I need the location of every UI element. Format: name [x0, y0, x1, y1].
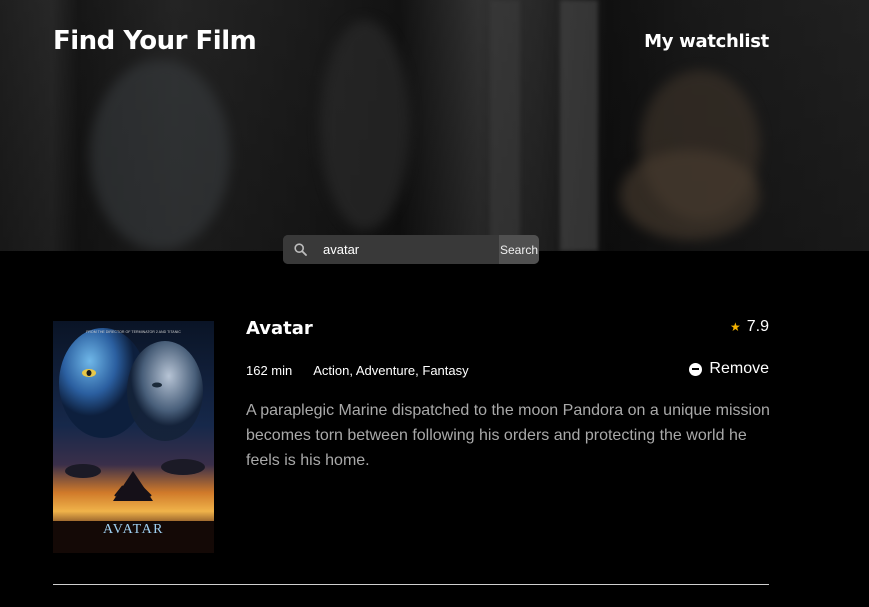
movie-title: Avatar [246, 318, 313, 339]
hero-backdrop-shape [490, 0, 520, 251]
remove-from-watchlist-button[interactable]: Remove [689, 360, 769, 378]
search-input[interactable] [317, 235, 499, 264]
hero-backdrop-shape [320, 20, 410, 230]
site-title: Find Your Film [53, 26, 257, 56]
my-watchlist-link[interactable]: My watchlist [644, 31, 769, 52]
search-icon [283, 243, 317, 256]
movie-plot: A paraplegic Marine dispatched to the mo… [246, 402, 770, 469]
movie-meta: 162 min Action, Adventure, Fantasy [246, 363, 469, 378]
remove-label: Remove [709, 360, 769, 377]
movie-rating: ★ 7.9 [730, 318, 769, 336]
movie-result: FROM THE DIRECTOR OF TERMINATOR 2 AND TI… [53, 313, 770, 553]
poster-tagline: FROM THE DIRECTOR OF TERMINATOR 2 AND TI… [86, 330, 181, 334]
hero-backdrop-shape [90, 60, 230, 250]
hero-backdrop-shape [560, 0, 598, 251]
result-divider [53, 584, 769, 585]
movie-runtime: 162 min [246, 363, 293, 378]
search-field[interactable] [283, 235, 499, 264]
movie-poster[interactable]: FROM THE DIRECTOR OF TERMINATOR 2 AND TI… [53, 321, 214, 553]
movie-genres: Action, Adventure, Fantasy [313, 363, 469, 378]
search-button[interactable]: Search [499, 235, 539, 264]
search-bar: Search [283, 235, 539, 264]
star-icon: ★ [729, 320, 741, 334]
minus-circle-icon [689, 362, 703, 376]
rating-value: 7.9 [746, 318, 769, 335]
hero-backdrop-shape [620, 150, 760, 240]
poster-title: AVATAR [103, 522, 164, 537]
